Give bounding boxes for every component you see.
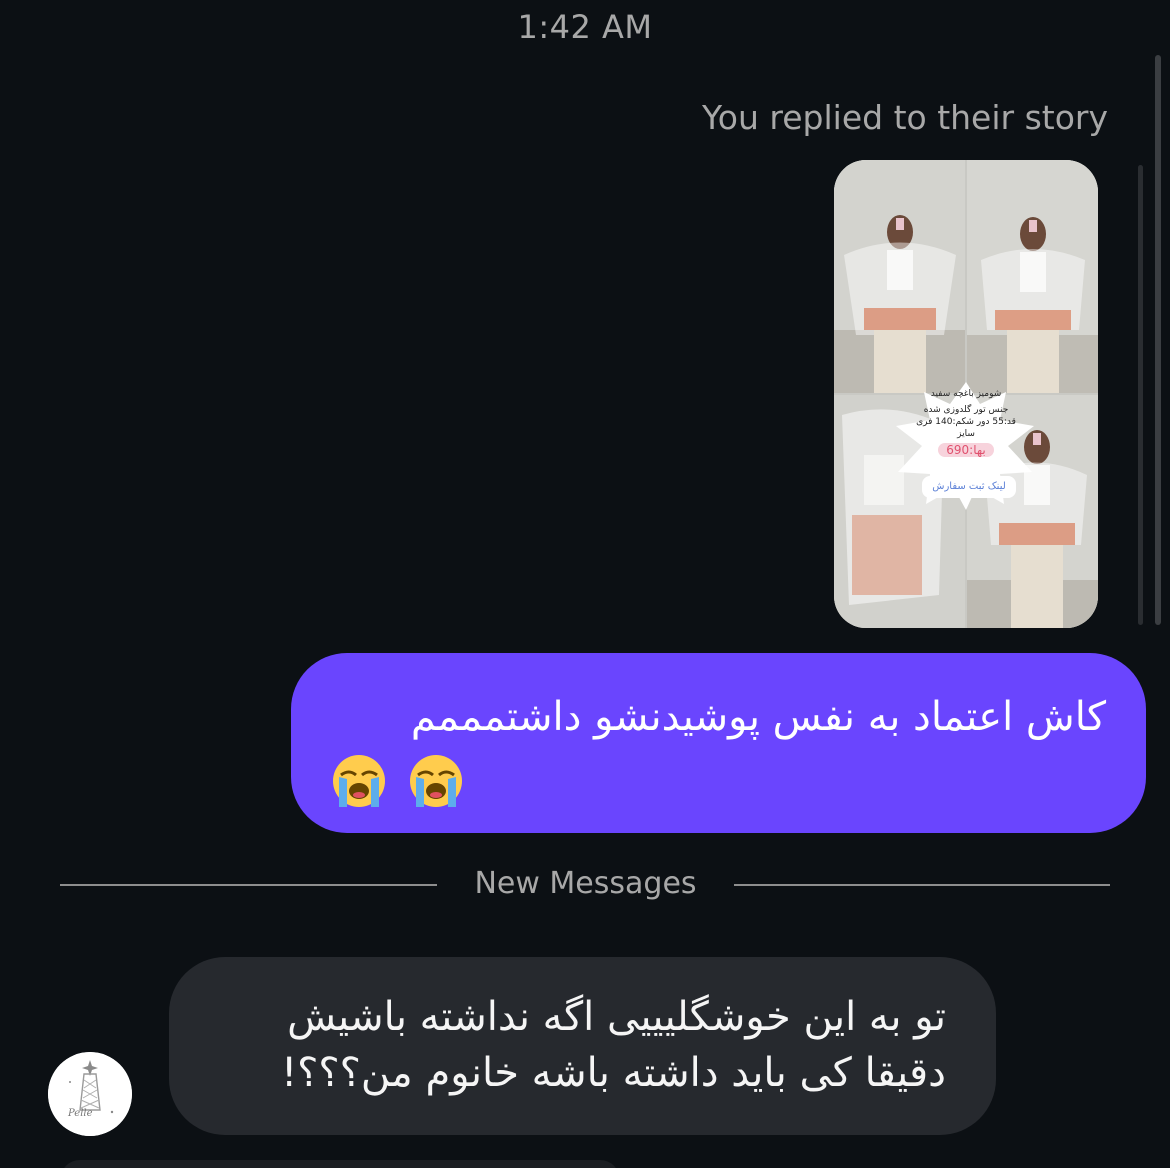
profile-avatar[interactable]: Pelle bbox=[48, 1052, 132, 1136]
story-photo-1 bbox=[834, 160, 965, 393]
story-photo-2 bbox=[967, 160, 1098, 393]
outgoing-message-bubble[interactable]: کاش اعتماد به نفس پوشیدنشو داشتمممم bbox=[291, 653, 1146, 833]
loudly-crying-face-icon bbox=[333, 755, 385, 807]
story-thumbnail[interactable]: شومیز باغچه سفید جنس تور گلدوزی شده قد:5… bbox=[834, 160, 1098, 628]
story-reply-indicator bbox=[1138, 165, 1143, 625]
avatar-label: Pelle bbox=[68, 1108, 93, 1119]
scrollbar-thumb[interactable] bbox=[1155, 55, 1161, 625]
loudly-crying-face-icon bbox=[410, 755, 463, 807]
new-messages-divider-label: New Messages bbox=[474, 866, 697, 901]
new-messages-divider-left bbox=[60, 884, 437, 886]
story-caption-title: شومیز باغچه سفید bbox=[930, 389, 1002, 399]
story-caption: شومیز باغچه سفید جنس تور گلدوزی شده قد:5… bbox=[912, 388, 1020, 458]
message-timestamp: 1:42 AM bbox=[517, 8, 653, 46]
outgoing-message-text: کاش اعتماد به نفس پوشیدنشو داشتمممم bbox=[410, 694, 1106, 740]
new-messages-divider-right bbox=[734, 884, 1110, 886]
avatar-tower-icon bbox=[48, 1052, 132, 1136]
story-order-link: لینک ثبت سفارش bbox=[922, 476, 1016, 498]
story-caption-body: جنس تور گلدوزی شده قد:55 دور شکم:140 فری… bbox=[916, 405, 1016, 439]
emoji-row bbox=[331, 753, 480, 815]
incoming-message-text: تو به این خوشگلیییی اگه نداشته باشیش دقی… bbox=[281, 994, 946, 1096]
story-price: بها:690 bbox=[938, 443, 994, 457]
incoming-message-bubble[interactable]: تو به این خوشگلیییی اگه نداشته باشیش دقی… bbox=[169, 957, 996, 1135]
story-reply-note: You replied to their story bbox=[702, 98, 1108, 137]
next-message-bubble-partial bbox=[60, 1160, 620, 1168]
